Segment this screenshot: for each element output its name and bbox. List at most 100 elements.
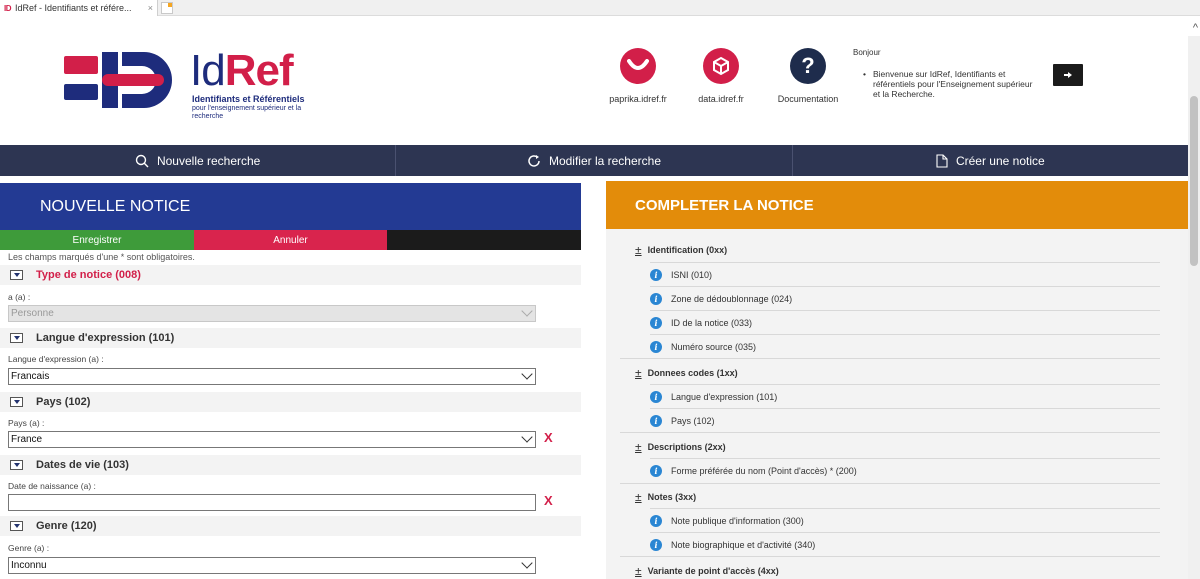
section-title: Genre (120) bbox=[36, 520, 97, 532]
info-icon: i bbox=[650, 292, 662, 305]
data-link-label: data.idref.fr bbox=[698, 94, 744, 104]
nav-create-notice[interactable]: Créer une notice bbox=[793, 145, 1188, 176]
cancel-button[interactable]: Annuler bbox=[194, 230, 387, 250]
nav-new-search-label: Nouvelle recherche bbox=[156, 153, 261, 168]
field-label: Genre (a) : bbox=[8, 543, 50, 553]
cube-icon bbox=[703, 48, 739, 84]
item-label: Note biographique et d'activité (340) bbox=[671, 539, 816, 550]
list-item[interactable]: i Forme préférée du nom (Point d'accès) *… bbox=[650, 458, 1160, 482]
documentation-link-label: Documentation bbox=[777, 94, 839, 104]
logo-subtitle: Identifiants et Référentiels bbox=[192, 94, 305, 104]
browser-tab[interactable]: ID IdRef - Identifiants et référe... × bbox=[0, 0, 158, 16]
refresh-icon bbox=[528, 154, 540, 167]
nav-new-search[interactable]: Nouvelle recherche bbox=[0, 145, 397, 176]
group-title: Donnees codes (1xx) bbox=[647, 368, 738, 378]
scroll-up-icon[interactable]: ^ bbox=[1193, 22, 1198, 34]
tab-close-icon[interactable]: × bbox=[148, 3, 153, 13]
new-notice-title: NOUVELLE NOTICE bbox=[0, 183, 581, 230]
list-item[interactable]: i ISNI (010) bbox=[650, 262, 1160, 286]
paprika-link-label: paprika.idref.fr bbox=[609, 94, 667, 104]
section-dates-vie[interactable]: Dates de vie (103) bbox=[0, 455, 581, 475]
idref-logo[interactable]: IdRef Identifiants et Référentiels pour … bbox=[64, 46, 324, 126]
section-langue[interactable]: Langue d'expression (101) bbox=[0, 328, 581, 348]
expand-icon[interactable]: ± bbox=[635, 564, 642, 578]
section-type-notice[interactable]: Type de notice (008) bbox=[0, 265, 581, 285]
documentation-link[interactable]: ? Documentation bbox=[763, 48, 853, 104]
collapse-icon[interactable] bbox=[10, 521, 23, 531]
item-label: Note publique d'information (300) bbox=[671, 515, 804, 526]
greeting-text: Bienvenue sur IdRef, Identifiants et réf… bbox=[863, 69, 1041, 99]
new-tab-icon[interactable] bbox=[161, 2, 173, 14]
expand-icon[interactable]: ± bbox=[635, 490, 642, 504]
remove-pays-button[interactable]: X bbox=[544, 430, 553, 445]
collapse-icon[interactable] bbox=[10, 270, 23, 280]
item-label: Pays (102) bbox=[671, 415, 715, 426]
list-item[interactable]: i Note biographique et d'activité (340) bbox=[650, 532, 1160, 556]
remove-birth-date-button[interactable]: X bbox=[544, 493, 553, 508]
expand-icon[interactable]: ± bbox=[635, 366, 642, 380]
group-title: Variante de point d'accès (4xx) bbox=[647, 566, 779, 576]
divider bbox=[620, 358, 1160, 359]
list-item[interactable]: i Pays (102) bbox=[650, 408, 1160, 432]
collapse-icon[interactable] bbox=[10, 460, 23, 470]
collapse-icon[interactable] bbox=[10, 397, 23, 407]
info-icon: i bbox=[650, 464, 662, 477]
group-notes[interactable]: ± Notes (3xx) bbox=[635, 490, 696, 504]
section-title: Dates de vie (103) bbox=[36, 459, 129, 471]
group-title: Identification (0xx) bbox=[647, 245, 728, 255]
nav-modify-search[interactable]: Modifier la recherche bbox=[396, 145, 793, 176]
section-pays[interactable]: Pays (102) bbox=[0, 392, 581, 412]
group-variante[interactable]: ± Variante de point d'accès (4xx) bbox=[635, 564, 779, 578]
idref-logo-mark-icon bbox=[64, 52, 172, 108]
chevron-down-icon bbox=[521, 368, 533, 380]
expand-icon[interactable]: ± bbox=[635, 440, 642, 454]
chevron-down-icon bbox=[521, 431, 533, 443]
type-notice-select[interactable]: Personne bbox=[8, 305, 536, 322]
chevron-down-icon bbox=[521, 305, 533, 317]
select-value: Inconnu bbox=[11, 560, 47, 571]
langue-select[interactable]: Francais bbox=[8, 368, 536, 385]
mandatory-note: Les champs marqués d'une * sont obligato… bbox=[8, 252, 195, 262]
birth-date-input[interactable] bbox=[8, 494, 536, 511]
info-icon: i bbox=[650, 514, 662, 527]
item-label: ID de la notice (033) bbox=[671, 317, 753, 328]
pays-select[interactable]: France bbox=[8, 431, 536, 448]
divider bbox=[620, 556, 1160, 557]
list-item[interactable]: i Zone de dédoublonnage (024) bbox=[650, 286, 1160, 310]
main-nav: Nouvelle recherche Modifier la recherche… bbox=[0, 145, 1188, 176]
item-label: Zone de dédoublonnage (024) bbox=[671, 293, 793, 304]
genre-select[interactable]: Inconnu bbox=[8, 557, 536, 574]
info-icon: i bbox=[650, 390, 662, 403]
scrollbar[interactable] bbox=[1188, 36, 1200, 579]
section-title: Type de notice (008) bbox=[36, 269, 141, 281]
question-icon: ? bbox=[790, 48, 826, 84]
list-item[interactable]: i Langue d'expression (101) bbox=[650, 384, 1160, 408]
section-title: Langue d'expression (101) bbox=[36, 332, 175, 344]
list-item[interactable]: i Note publique d'information (300) bbox=[650, 508, 1160, 532]
complete-notice-title: COMPLETER LA NOTICE bbox=[606, 181, 1188, 229]
tab-title: IdRef - Identifiants et référe... bbox=[15, 3, 132, 13]
info-icon: i bbox=[650, 538, 662, 551]
field-label: Pays (a) : bbox=[8, 418, 45, 428]
data-link[interactable]: data.idref.fr bbox=[676, 48, 766, 104]
paprika-link[interactable]: paprika.idref.fr bbox=[593, 48, 683, 104]
nav-modify-search-label: Modifier la recherche bbox=[548, 153, 662, 168]
scrollbar-thumb[interactable] bbox=[1190, 96, 1198, 266]
item-label: Forme préférée du nom (Point d'accès) * … bbox=[671, 465, 857, 476]
smile-icon bbox=[620, 48, 656, 84]
favicon-icon: ID bbox=[4, 3, 12, 13]
field-label: Langue d'expression (a) : bbox=[8, 354, 104, 364]
section-genre[interactable]: Genre (120) bbox=[0, 516, 581, 536]
item-label: Numéro source (035) bbox=[671, 341, 757, 352]
group-donnees-codes[interactable]: ± Donnees codes (1xx) bbox=[635, 366, 738, 380]
group-descriptions[interactable]: ± Descriptions (2xx) bbox=[635, 440, 726, 454]
info-icon: i bbox=[650, 268, 662, 281]
list-item[interactable]: i ID de la notice (033) bbox=[650, 310, 1160, 334]
list-item[interactable]: i Numéro source (035) bbox=[650, 334, 1160, 358]
action-bar-filler bbox=[387, 230, 581, 250]
group-identification[interactable]: ± Identification (0xx) bbox=[635, 243, 727, 257]
collapse-icon[interactable] bbox=[10, 333, 23, 343]
save-button[interactable]: Enregistrer bbox=[0, 230, 194, 250]
expand-icon[interactable]: ± bbox=[635, 243, 642, 257]
logout-button[interactable] bbox=[1053, 64, 1083, 86]
